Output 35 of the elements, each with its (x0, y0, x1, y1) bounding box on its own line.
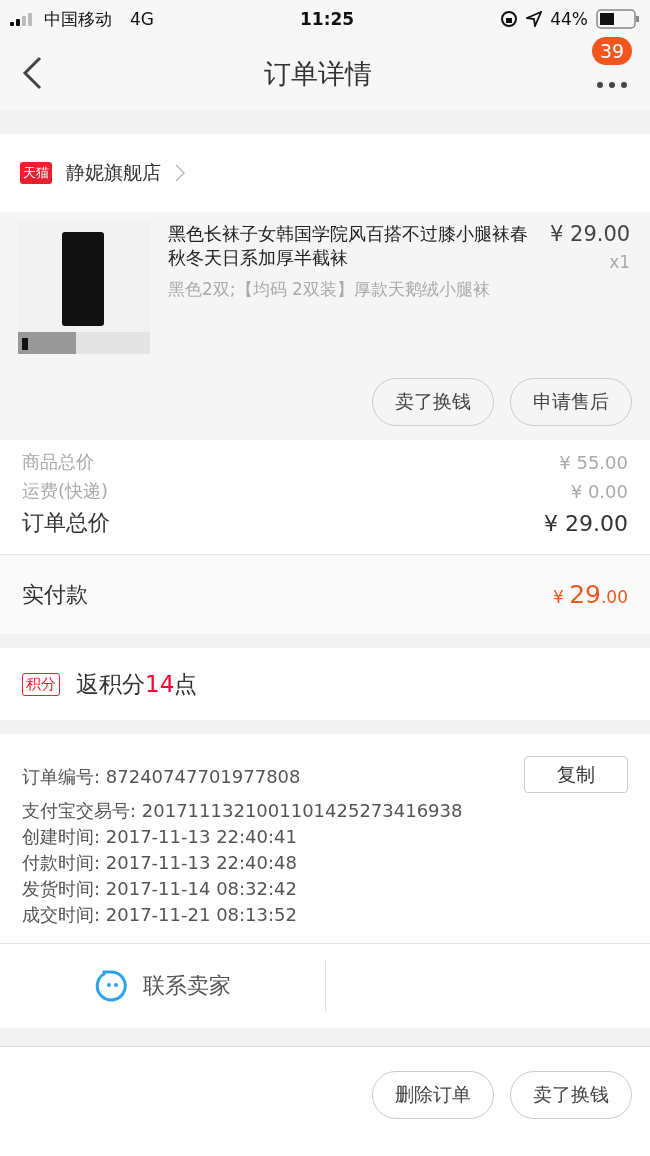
copy-button[interactable]: 复制 (524, 756, 628, 793)
chat-face-icon (94, 969, 129, 1003)
clock-time: 11:25 (300, 9, 355, 29)
product-price: ¥ 29.00 (550, 222, 631, 246)
paid-label: 实付款 (22, 580, 88, 609)
total-label: 运费(快递) (22, 479, 109, 503)
points-text: 返积分14点 (76, 669, 198, 699)
points-tag: 积分 (22, 672, 60, 696)
notification-count: 39 (592, 37, 633, 65)
total-value: ¥ 0.00 (570, 480, 628, 502)
tmall-tag: 天猫 (20, 162, 52, 184)
carrier-name: 中国移动 (44, 7, 112, 31)
battery-percent: 44% (550, 9, 588, 29)
network-type: 4G (130, 9, 154, 29)
info-line: 付款时间: 2017-11-13 22:40:48 (22, 851, 297, 875)
total-value: ¥ 29.00 (544, 510, 628, 536)
total-label: 商品总价 (22, 450, 94, 474)
info-line: 订单编号: 87240747701977808 (22, 765, 301, 789)
page-title: 订单详情 (264, 57, 372, 91)
paid-amount: ¥ 29.00 (552, 580, 628, 609)
chevron-right-icon (175, 164, 185, 182)
info-line: 创建时间: 2017-11-13 22:40:41 (22, 825, 297, 849)
info-line: 支付宝交易号: 2017111321001101425273416938 (22, 799, 463, 823)
shop-name[interactable]: 静妮旗舰店 (66, 160, 161, 186)
location-arrow-icon (526, 11, 543, 27)
info-line: 发货时间: 2017-11-14 08:32:42 (22, 877, 297, 901)
more-icon (596, 81, 628, 89)
rotation-lock-icon (500, 10, 519, 28)
product-spec: 黑色2双;【均码 2双装】厚款天鹅绒小腿袜 (168, 278, 491, 300)
total-value: ¥ 55.00 (559, 451, 628, 473)
product-quantity: x1 (609, 252, 631, 272)
total-label: 订单总价 (22, 509, 110, 537)
battery-icon (596, 9, 640, 29)
info-line: 成交时间: 2017-11-21 08:13:52 (22, 903, 297, 927)
product-title[interactable]: 黑色长袜子女韩国学院风百搭不过膝小腿袜春秋冬天日系加厚半截袜 (168, 222, 532, 270)
